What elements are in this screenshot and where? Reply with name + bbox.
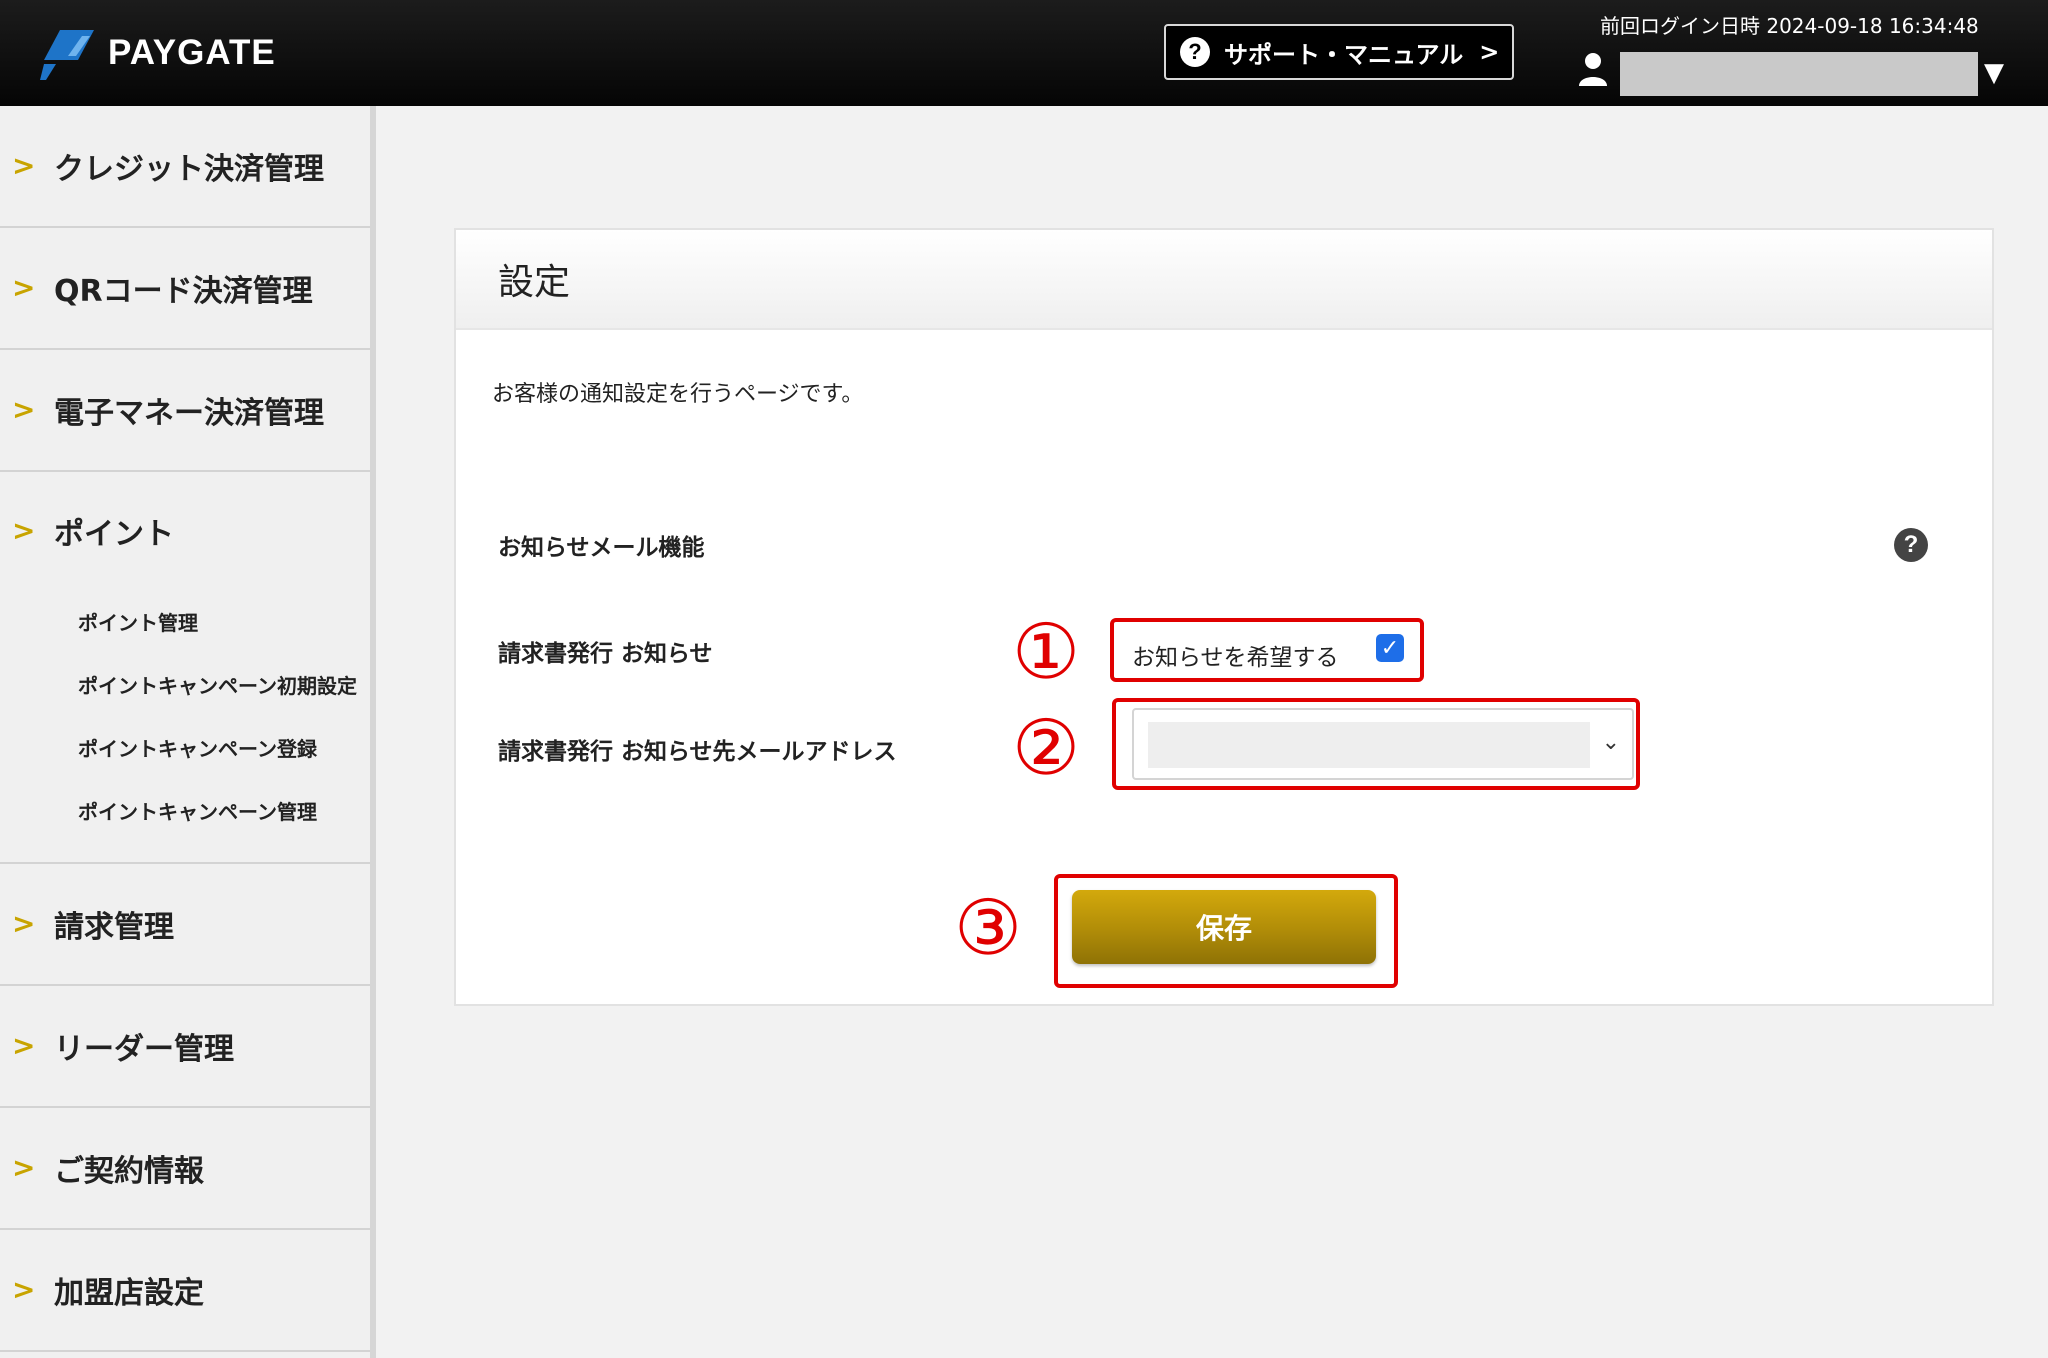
notice-checkbox-label: お知らせを希望する	[1132, 645, 1339, 671]
email-select-value-redacted	[1148, 722, 1590, 768]
paygate-logo-icon	[40, 30, 94, 80]
sidebar-item-label: ポイント	[54, 517, 174, 552]
sidebar-subitem-campaign-initial[interactable]: ポイントキャンペーン初期設定	[0, 653, 370, 716]
sidebar-item-point[interactable]: > ポイント	[0, 472, 370, 590]
user-name-redacted[interactable]	[1620, 52, 1978, 96]
chevron-right-icon: >	[12, 906, 36, 940]
user-menu-caret-icon[interactable]: ▼	[1984, 58, 2004, 88]
page-title: 設定	[456, 230, 1992, 330]
sidebar-item-label: QRコード決済管理	[54, 274, 313, 309]
chevron-right-icon: >	[12, 1272, 36, 1306]
email-label: 請求書発行 お知らせ先メールアドレス	[498, 739, 897, 765]
sidebar-item-billing[interactable]: > 請求管理	[0, 864, 370, 986]
brand-name: PAYGATE	[108, 33, 276, 72]
sidebar-subitem-campaign-management[interactable]: ポイントキャンペーン管理	[0, 779, 370, 842]
annotation-1: ①	[1012, 607, 1081, 696]
chevron-down-icon: ⌄	[1601, 730, 1620, 755]
sidebar-subitem-point-management[interactable]: ポイント管理	[0, 590, 370, 653]
chevron-right-icon: >	[12, 148, 36, 182]
sidebar-item-label: ご契約情報	[54, 1154, 204, 1189]
sidebar: > クレジット決済管理 > QRコード決済管理 > 電子マネー決済管理 > ポイ…	[0, 106, 376, 1358]
chevron-right-icon: >	[12, 1028, 36, 1062]
save-button[interactable]: 保存	[1072, 890, 1376, 964]
sidebar-item-emoney[interactable]: > 電子マネー決済管理	[0, 350, 370, 472]
sidebar-item-qr[interactable]: > QRコード決済管理	[0, 228, 370, 350]
sidebar-subitem-campaign-register[interactable]: ポイントキャンペーン登録	[0, 716, 370, 779]
sidebar-item-merchant-settings[interactable]: > 加盟店設定	[0, 1230, 370, 1352]
chevron-right-icon: >	[1479, 38, 1500, 66]
notice-checkbox[interactable]: ✓	[1376, 634, 1404, 662]
sidebar-item-label: リーダー管理	[54, 1032, 234, 1067]
user-icon	[1579, 53, 1607, 86]
help-icon[interactable]: ?	[1894, 528, 1928, 562]
support-manual-label: サポート・マニュアル	[1224, 40, 1464, 69]
paygate-logo[interactable]: PAYGATE	[40, 26, 276, 80]
last-login-text: 前回ログイン日時 2024-09-18 16:34:48	[1600, 14, 1979, 38]
section-label: お知らせメール機能	[498, 535, 705, 561]
chevron-right-icon: >	[12, 513, 36, 547]
question-icon: ?	[1180, 37, 1210, 67]
chevron-right-icon: >	[12, 392, 36, 426]
notice-label: 請求書発行 お知らせ	[498, 641, 713, 667]
annotation-3: ③	[954, 883, 1023, 972]
sidebar-item-label: 加盟店設定	[54, 1276, 204, 1311]
annotation-2: ②	[1012, 703, 1081, 792]
sidebar-item-label: 電子マネー決済管理	[54, 396, 324, 431]
sidebar-item-credit[interactable]: > クレジット決済管理	[0, 106, 370, 228]
top-header: PAYGATE ? サポート・マニュアル > 前回ログイン日時 2024-09-…	[0, 0, 2048, 106]
email-select[interactable]: ⌄	[1132, 708, 1634, 780]
sidebar-item-reader[interactable]: > リーダー管理	[0, 986, 370, 1108]
support-manual-button[interactable]: ? サポート・マニュアル >	[1164, 24, 1514, 80]
page-description: お客様の通知設定を行うページです。	[492, 382, 864, 407]
sidebar-group-point: > ポイント ポイント管理 ポイントキャンペーン初期設定 ポイントキャンペーン登…	[0, 472, 370, 864]
sidebar-item-label: クレジット決済管理	[54, 152, 324, 187]
chevron-right-icon: >	[12, 270, 36, 304]
sidebar-item-contract[interactable]: > ご契約情報	[0, 1108, 370, 1230]
sidebar-item-label: 請求管理	[54, 910, 174, 945]
settings-card: 設定 お客様の通知設定を行うページです。 お知らせメール機能 ? 請求書発行 お…	[454, 228, 1994, 1006]
chevron-right-icon: >	[12, 1150, 36, 1184]
